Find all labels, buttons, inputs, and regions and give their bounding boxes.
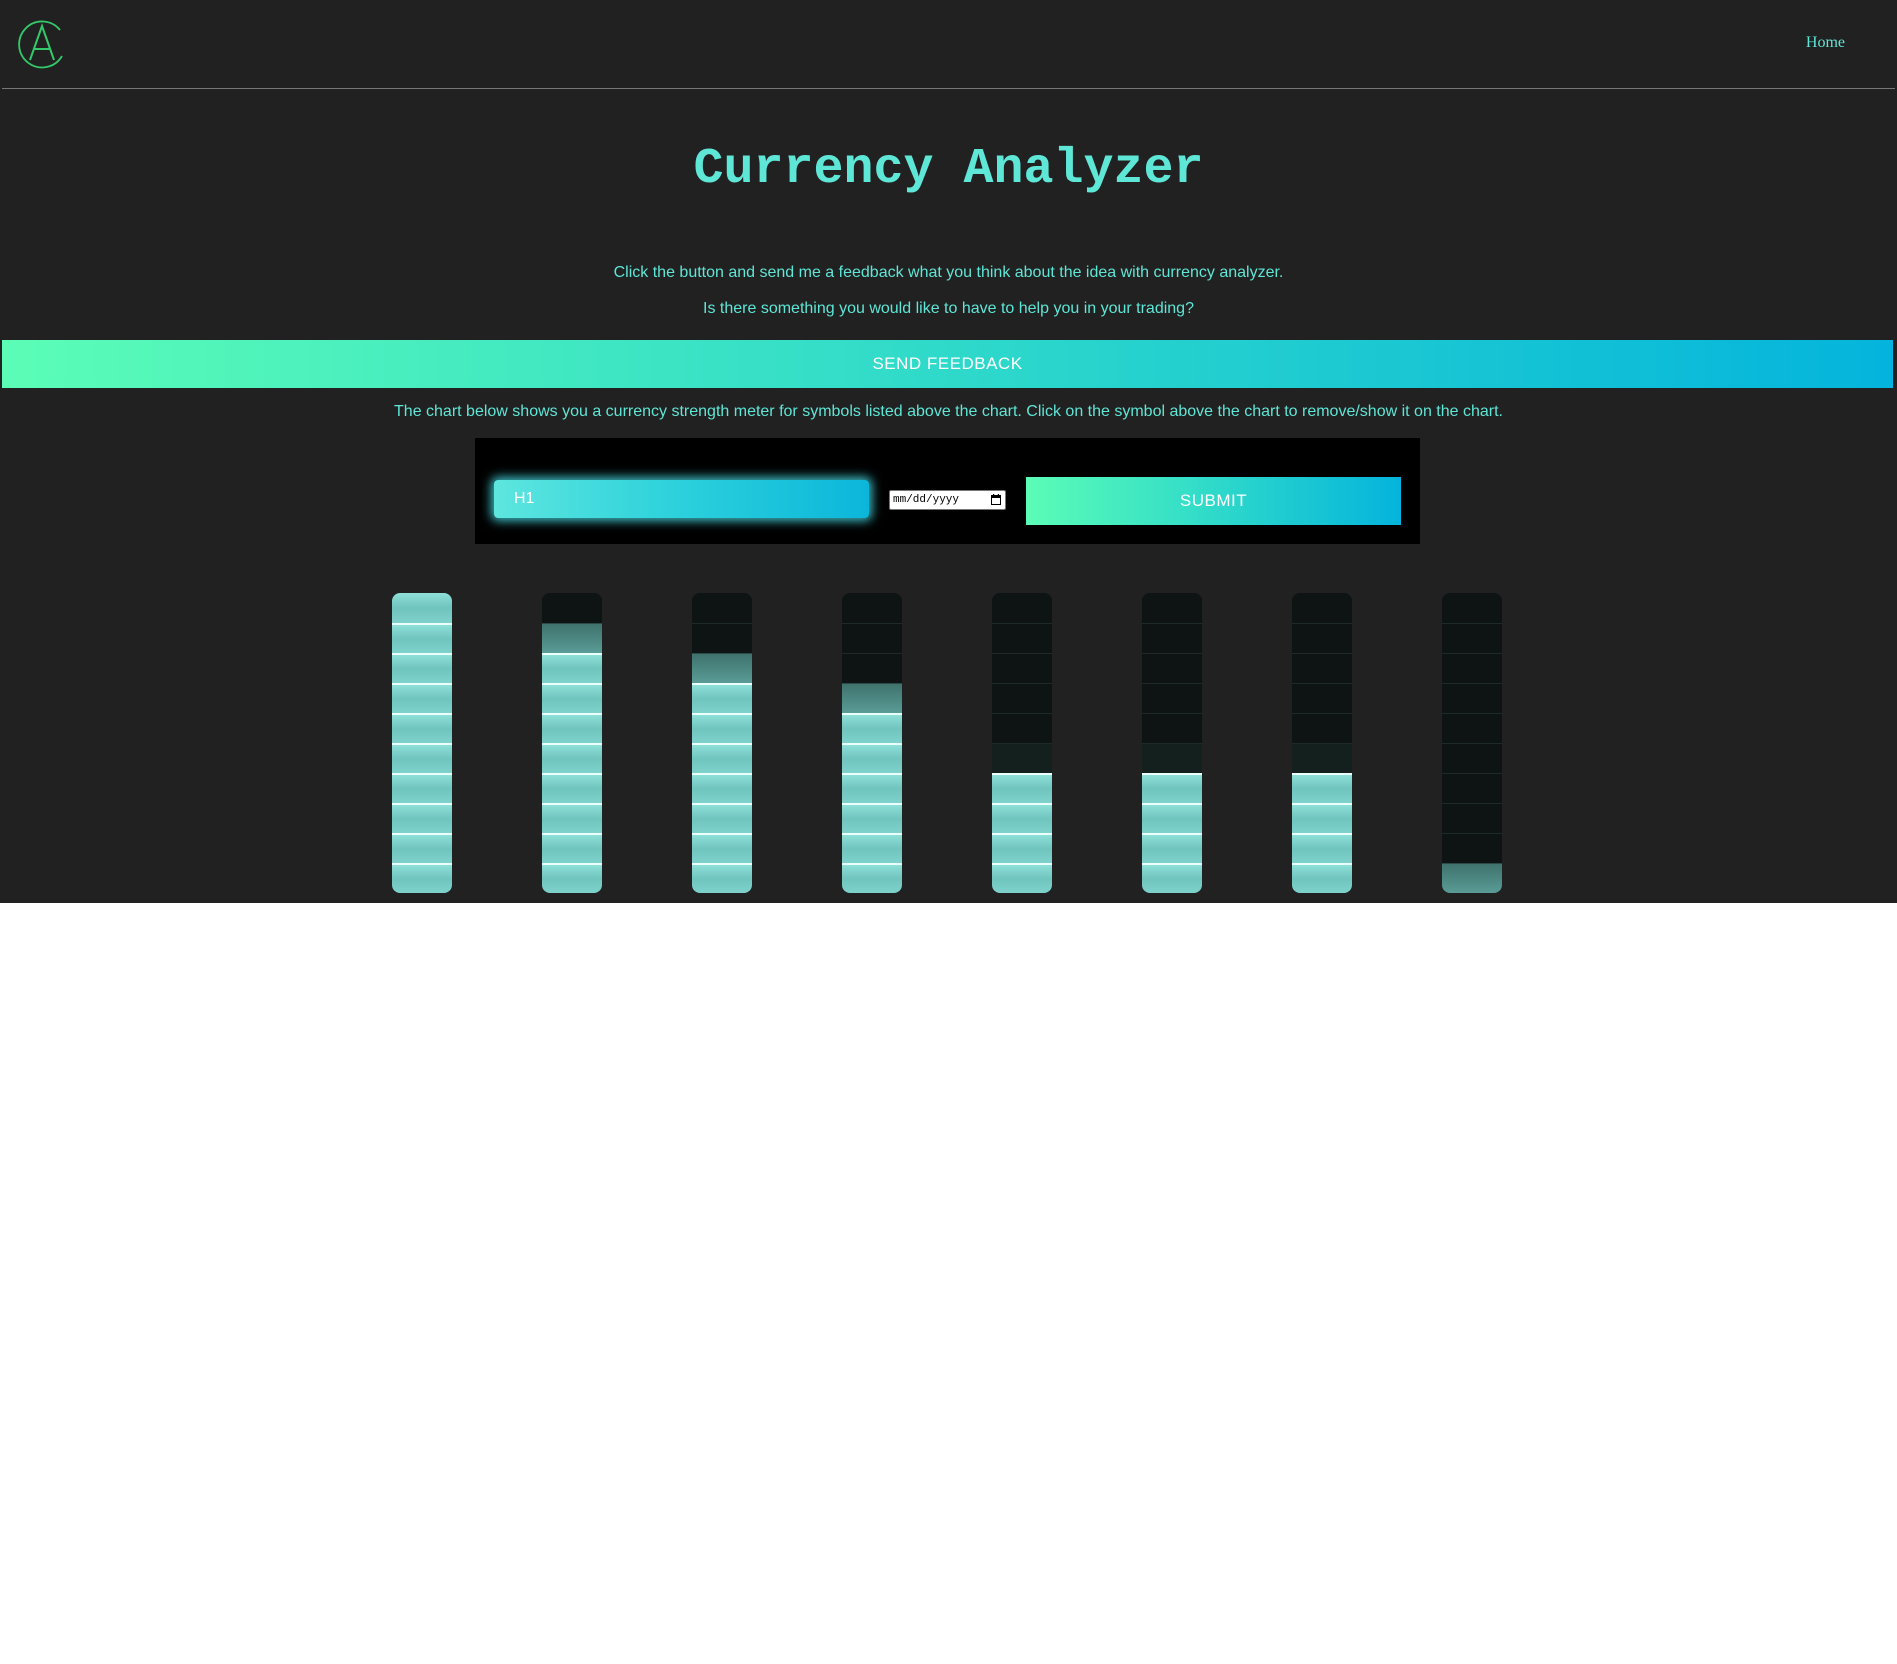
strength-meter[interactable]	[542, 593, 602, 893]
meter-segment	[1142, 623, 1202, 653]
meter-segment	[1292, 833, 1352, 863]
meter-segment	[542, 773, 602, 803]
meter-segment	[1142, 803, 1202, 833]
meter-segment	[1292, 773, 1352, 803]
meter-segment	[1292, 593, 1352, 623]
meter-segment	[692, 683, 752, 713]
meter-segment	[992, 773, 1052, 803]
meter-segment	[842, 863, 902, 893]
meter-segment	[542, 803, 602, 833]
meter-segment	[1142, 833, 1202, 863]
meter-segment	[692, 773, 752, 803]
meter-segment	[1292, 803, 1352, 833]
meter-segment	[392, 653, 452, 683]
meter-segment	[542, 863, 602, 893]
meter-segment	[842, 593, 902, 623]
strength-meter[interactable]	[692, 593, 752, 893]
meter-segment	[1142, 743, 1202, 773]
meter-segment	[842, 653, 902, 683]
meter-segment	[992, 713, 1052, 743]
meter-segment	[992, 653, 1052, 683]
meter-segment	[392, 623, 452, 653]
meter-segment	[1442, 803, 1502, 833]
meter-segment	[392, 713, 452, 743]
app-root: Home Currency Analyzer Click the button …	[0, 0, 1897, 903]
meter-segment	[1292, 713, 1352, 743]
meter-segment	[1442, 593, 1502, 623]
meter-segment	[692, 803, 752, 833]
meter-segment	[392, 833, 452, 863]
meter-segment	[842, 743, 902, 773]
meter-segment	[992, 593, 1052, 623]
meter-segment	[692, 743, 752, 773]
meter-segment	[1142, 713, 1202, 743]
meter-segment	[542, 833, 602, 863]
meter-segment	[692, 713, 752, 743]
meter-segment	[1142, 683, 1202, 713]
meter-segment	[992, 803, 1052, 833]
meter-segment	[992, 743, 1052, 773]
meter-segment	[1442, 743, 1502, 773]
strength-meter[interactable]	[1292, 593, 1352, 893]
meter-segment	[1292, 863, 1352, 893]
meter-segment	[1292, 623, 1352, 653]
strength-meter[interactable]	[992, 593, 1052, 893]
meter-segment	[842, 773, 902, 803]
strength-meter[interactable]	[392, 593, 452, 893]
meter-segment	[542, 743, 602, 773]
meter-segment	[1442, 833, 1502, 863]
meter-segment	[392, 773, 452, 803]
meter-segment	[392, 743, 452, 773]
meter-segment	[1442, 773, 1502, 803]
meter-segment	[1142, 773, 1202, 803]
meter-segment	[692, 863, 752, 893]
meter-segment	[992, 863, 1052, 893]
strength-meter[interactable]	[842, 593, 902, 893]
meter-segment	[842, 803, 902, 833]
meter-segment	[992, 623, 1052, 653]
meter-segment	[542, 653, 602, 683]
meter-segment	[1142, 863, 1202, 893]
meter-segment	[992, 683, 1052, 713]
meter-segment	[842, 623, 902, 653]
meter-segment	[542, 683, 602, 713]
meter-segment	[392, 863, 452, 893]
meter-segment	[842, 833, 902, 863]
meter-segment	[542, 713, 602, 743]
meter-segment	[992, 833, 1052, 863]
meter-segment	[692, 623, 752, 653]
meter-segment	[392, 683, 452, 713]
meter-segment	[1442, 713, 1502, 743]
meter-segment	[1292, 653, 1352, 683]
meter-segment	[392, 593, 452, 623]
strength-meter[interactable]	[1142, 593, 1202, 893]
meter-segment	[692, 833, 752, 863]
strength-meter-chart	[0, 0, 1897, 903]
meter-segment	[1442, 683, 1502, 713]
meter-segment	[1142, 653, 1202, 683]
meter-segment	[542, 593, 602, 623]
meter-segment	[1442, 863, 1502, 893]
meter-segment	[542, 623, 602, 653]
meter-segment	[1142, 593, 1202, 623]
meter-segment	[1442, 653, 1502, 683]
meter-segment	[692, 593, 752, 623]
meter-segment	[842, 713, 902, 743]
meter-segment	[842, 683, 902, 713]
meter-segment	[1292, 743, 1352, 773]
meter-segment	[1442, 623, 1502, 653]
strength-meter[interactable]	[1442, 593, 1502, 893]
meter-segment	[392, 803, 452, 833]
meter-segment	[692, 653, 752, 683]
meter-segment	[1292, 683, 1352, 713]
